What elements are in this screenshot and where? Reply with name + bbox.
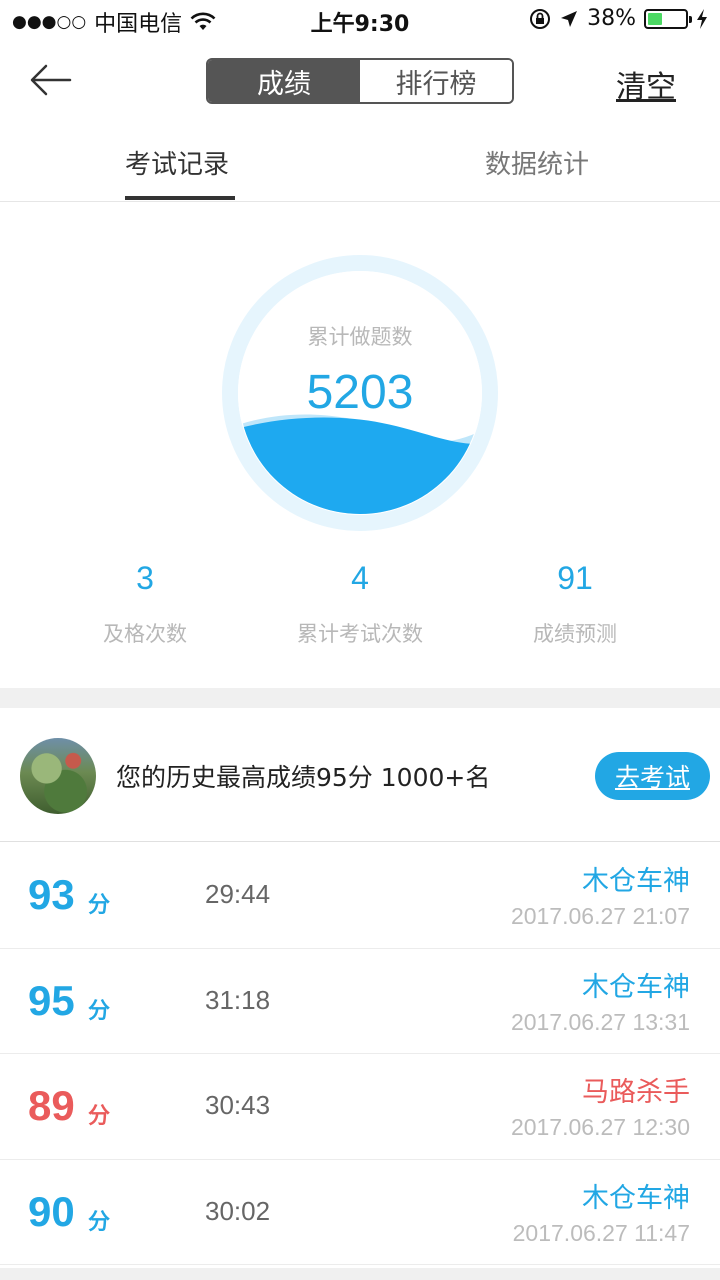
battery-icon [644,8,692,29]
record-duration: 30:43 [205,1090,271,1120]
record-score: 90 [28,1187,75,1235]
stat-score-prediction: 91 成绩预测 [455,560,695,648]
tab-active-indicator [125,196,235,200]
go-exam-button[interactable]: 去考试 [595,752,710,800]
gauge-value: 5203 [306,366,414,419]
record-time: 2017.06.27 13:31 [510,1008,690,1035]
stat-label: 及格次数 [103,622,187,646]
location-arrow-icon [561,10,578,27]
record-title: 木仓车神 [582,1182,690,1214]
best-score-text: 您的历史最高成绩95分 1000+名 [116,763,491,792]
record-score: 93 [28,871,75,918]
section-divider [0,688,720,708]
record-score-unit: 分 [88,1104,111,1129]
total-questions-gauge: 累计做题数 5203 [222,255,498,531]
record-time: 2017.06.27 12:30 [510,1114,690,1140]
clear-button[interactable]: 清空 [616,62,676,106]
record-time: 2017.06.27 11:47 [512,1219,690,1246]
stat-label: 成绩预测 [533,622,617,646]
record-duration: 29:44 [205,879,271,909]
back-arrow-icon[interactable] [28,60,76,100]
stat-value: 91 [557,560,593,596]
record-score-unit: 分 [88,1209,111,1235]
stat-pass-count: 3 及格次数 [25,560,265,648]
segment-control: 成绩 排行榜 [206,58,514,104]
record-score: 95 [28,976,75,1024]
stat-label: 累计考试次数 [297,622,423,646]
tab-bar: 考试记录 数据统计 [0,124,720,202]
segment-ranking[interactable]: 排行榜 [360,60,512,102]
list-item[interactable]: 89 分 30:43 马路杀手 2017.06.27 12:30 [0,1054,720,1160]
nav-bar: 成绩 排行榜 清空 [0,40,720,124]
record-duration: 31:18 [205,984,271,1015]
record-score-unit: 分 [88,893,111,918]
status-bar: ●●●○○ 中国电信 上午9:30 38% [0,0,720,40]
charging-bolt-icon [697,8,707,29]
tab-data-stats[interactable]: 数据统计 [485,144,589,181]
record-title: 木仓车神 [582,866,690,897]
tab-exam-records[interactable]: 考试记录 [125,144,229,181]
record-title: 木仓车神 [582,971,690,1003]
record-title: 马路杀手 [582,1077,690,1108]
exam-records-list: 93 分 29:44 木仓车神 2017.06.27 21:07 95 分 31… [0,843,720,1265]
list-item[interactable]: 90 分 30:02 木仓车神 2017.06.27 11:47 [0,1160,720,1265]
record-score: 89 [28,1082,75,1129]
stat-value: 3 [136,560,154,596]
status-right: 38% [529,6,708,31]
record-duration: 30:02 [205,1195,271,1226]
list-item[interactable]: 95 分 31:18 木仓车神 2017.06.27 13:31 [0,949,720,1054]
bottom-strip [0,1268,720,1280]
segment-score[interactable]: 成绩 [208,60,360,102]
avatar [20,738,96,814]
record-score-unit: 分 [88,998,111,1024]
list-item[interactable]: 93 分 29:44 木仓车神 2017.06.27 21:07 [0,843,720,949]
record-time: 2017.06.27 21:07 [510,903,690,929]
rotation-lock-icon [530,8,551,29]
gauge-label: 累计做题数 [307,325,413,349]
stat-value: 4 [351,560,369,596]
battery-percent: 38% [587,6,636,31]
best-score-row: 您的历史最高成绩95分 1000+名 去考试 [0,708,720,842]
stat-exam-count: 4 累计考试次数 [240,560,480,648]
